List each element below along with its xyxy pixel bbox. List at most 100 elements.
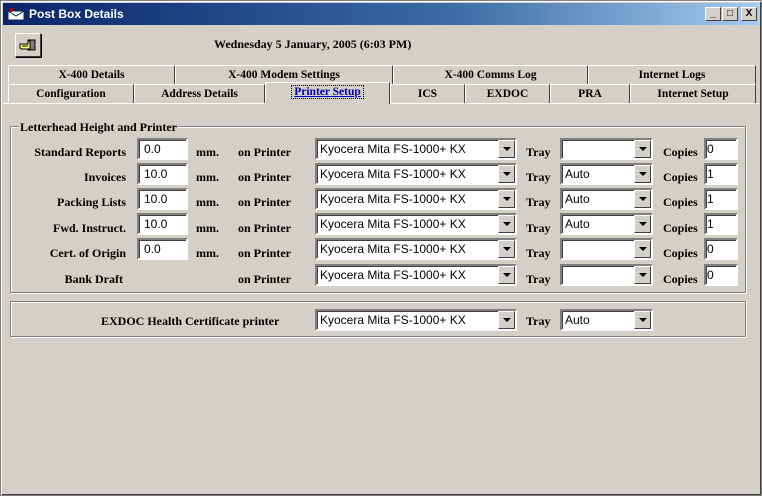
- post-box-details-window: Post Box Details _ □ X Wednesday 5 Janua…: [0, 0, 762, 496]
- standard-reports-height-input[interactable]: 0.0: [137, 138, 188, 160]
- copies-label: Copies: [663, 170, 698, 184]
- fwd-instruct-height-input[interactable]: 10.0: [137, 213, 188, 235]
- packing-lists-printer-select[interactable]: Kyocera Mita FS-1000+ KX: [315, 188, 517, 210]
- tab-label: ICS: [417, 88, 438, 100]
- chevron-down-icon[interactable]: [634, 266, 651, 284]
- standard-reports-printer-select[interactable]: Kyocera Mita FS-1000+ KX: [315, 138, 517, 160]
- cert-of-origin-copies-input[interactable]: 0: [704, 238, 738, 260]
- invoices-tray-select[interactable]: Auto: [560, 163, 653, 185]
- cert-of-origin-height-input[interactable]: 0.0: [137, 238, 188, 260]
- tab-internet-logs[interactable]: Internet Logs: [588, 65, 756, 85]
- combo-value: Kyocera Mita FS-1000+ KX: [320, 268, 466, 282]
- fwd-instruct-tray-select[interactable]: Auto: [560, 213, 653, 235]
- on-printer-label: on Printer: [238, 195, 291, 209]
- close-button[interactable]: X: [741, 7, 757, 21]
- bank-draft-label: Bank Draft: [64, 272, 123, 286]
- tray-label: Tray: [526, 272, 551, 286]
- tab-x400-details[interactable]: X-400 Details: [8, 65, 175, 85]
- tab-pra[interactable]: PRA: [550, 84, 630, 104]
- packing-lists-tray-select[interactable]: Auto: [560, 188, 653, 210]
- tray-label: Tray: [526, 195, 551, 209]
- chevron-down-icon[interactable]: [634, 140, 651, 158]
- combo-value: Kyocera Mita FS-1000+ KX: [320, 217, 466, 231]
- combo-value: Auto: [565, 192, 590, 206]
- standard-reports-tray-select[interactable]: [560, 138, 653, 160]
- bank-draft-tray-select[interactable]: [560, 264, 653, 286]
- combo-value: Kyocera Mita FS-1000+ KX: [320, 313, 466, 327]
- tray-label: Tray: [526, 170, 551, 184]
- standard-reports-copies-input[interactable]: 0: [704, 138, 738, 160]
- tab-internet-setup[interactable]: Internet Setup: [630, 84, 756, 104]
- fwd-instruct-label: Fwd. Instruct.: [52, 221, 126, 235]
- maximize-button[interactable]: □: [722, 7, 738, 21]
- on-printer-label: on Printer: [238, 170, 291, 184]
- exdoc-health-cert-label: EXDOC Health Certificate printer: [101, 314, 280, 328]
- chevron-down-icon[interactable]: [498, 240, 515, 258]
- packing-lists-copies-input[interactable]: 1: [704, 188, 738, 210]
- fwd-instruct-copies-input[interactable]: 1: [704, 213, 738, 235]
- fwd-instruct-printer-select[interactable]: Kyocera Mita FS-1000+ KX: [315, 213, 517, 235]
- tray-label: Tray: [526, 314, 551, 328]
- chevron-down-icon[interactable]: [634, 240, 651, 258]
- combo-value: Kyocera Mita FS-1000+ KX: [320, 192, 466, 206]
- packing-lists-height-input[interactable]: 10.0: [137, 188, 188, 210]
- tray-label: Tray: [526, 221, 551, 235]
- mm-unit-label: mm.: [196, 221, 219, 235]
- chevron-down-icon[interactable]: [634, 311, 651, 329]
- combo-value: Auto: [565, 167, 590, 181]
- tab-label: Internet Setup: [657, 88, 729, 100]
- tab-x400-comms-log[interactable]: X-400 Comms Log: [393, 65, 588, 85]
- mm-unit-label: mm.: [196, 145, 219, 159]
- copies-label: Copies: [663, 145, 698, 159]
- invoices-copies-input[interactable]: 1: [704, 163, 738, 185]
- tab-label: X-400 Details: [58, 69, 125, 81]
- letterhead-group-title: Letterhead Height and Printer: [19, 120, 178, 135]
- mm-unit-label: mm.: [196, 170, 219, 184]
- tab-exdoc[interactable]: EXDOC: [465, 84, 550, 104]
- copies-label: Copies: [663, 272, 698, 286]
- minimize-button[interactable]: _: [705, 7, 721, 21]
- tab-label: Configuration: [36, 88, 106, 100]
- packing-lists-label: Packing Lists: [56, 195, 126, 209]
- bank-draft-copies-input[interactable]: 0: [704, 264, 738, 286]
- cert-of-origin-label: Cert. of Origin: [49, 246, 126, 260]
- invoices-printer-select[interactable]: Kyocera Mita FS-1000+ KX: [315, 163, 517, 185]
- chevron-down-icon[interactable]: [634, 165, 651, 183]
- tab-ics[interactable]: ICS: [390, 84, 465, 104]
- tab-label: X-400 Modem Settings: [228, 69, 340, 81]
- tab-configuration[interactable]: Configuration: [8, 84, 134, 104]
- cert-of-origin-tray-select[interactable]: [560, 238, 653, 260]
- chevron-down-icon[interactable]: [498, 311, 515, 329]
- bank-draft-printer-select[interactable]: Kyocera Mita FS-1000+ KX: [315, 264, 517, 286]
- tab-address-details[interactable]: Address Details: [134, 84, 265, 104]
- tab-label: EXDOC: [486, 88, 529, 100]
- combo-value: Auto: [565, 313, 590, 327]
- chevron-down-icon[interactable]: [498, 140, 515, 158]
- app-icon: [7, 8, 25, 21]
- invoices-height-input[interactable]: 10.0: [137, 163, 188, 185]
- copies-label: Copies: [663, 246, 698, 260]
- chevron-down-icon[interactable]: [634, 215, 651, 233]
- cert-of-origin-printer-select[interactable]: Kyocera Mita FS-1000+ KX: [315, 238, 517, 260]
- on-printer-label: on Printer: [238, 272, 291, 286]
- tab-label: Address Details: [161, 88, 238, 100]
- tray-label: Tray: [526, 246, 551, 260]
- chevron-down-icon[interactable]: [498, 165, 515, 183]
- combo-value: Auto: [565, 217, 590, 231]
- chevron-down-icon[interactable]: [498, 190, 515, 208]
- copies-label: Copies: [663, 221, 698, 235]
- chevron-down-icon[interactable]: [498, 215, 515, 233]
- standard-reports-label: Standard Reports: [34, 145, 126, 159]
- exit-hand-icon: [19, 39, 36, 51]
- exit-button[interactable]: [15, 33, 41, 57]
- tab-label: PRA: [578, 88, 602, 100]
- title-bar[interactable]: Post Box Details _ □ X: [3, 3, 759, 25]
- chevron-down-icon[interactable]: [634, 190, 651, 208]
- tab-printer-setup[interactable]: Printer Setup: [265, 82, 390, 104]
- chevron-down-icon[interactable]: [498, 266, 515, 284]
- mm-unit-label: mm.: [196, 195, 219, 209]
- tray-label: Tray: [526, 145, 551, 159]
- exdoc-health-cert-printer-select[interactable]: Kyocera Mita FS-1000+ KX: [315, 309, 517, 331]
- exdoc-tray-select[interactable]: Auto: [560, 309, 653, 331]
- window-title: Post Box Details: [29, 7, 124, 21]
